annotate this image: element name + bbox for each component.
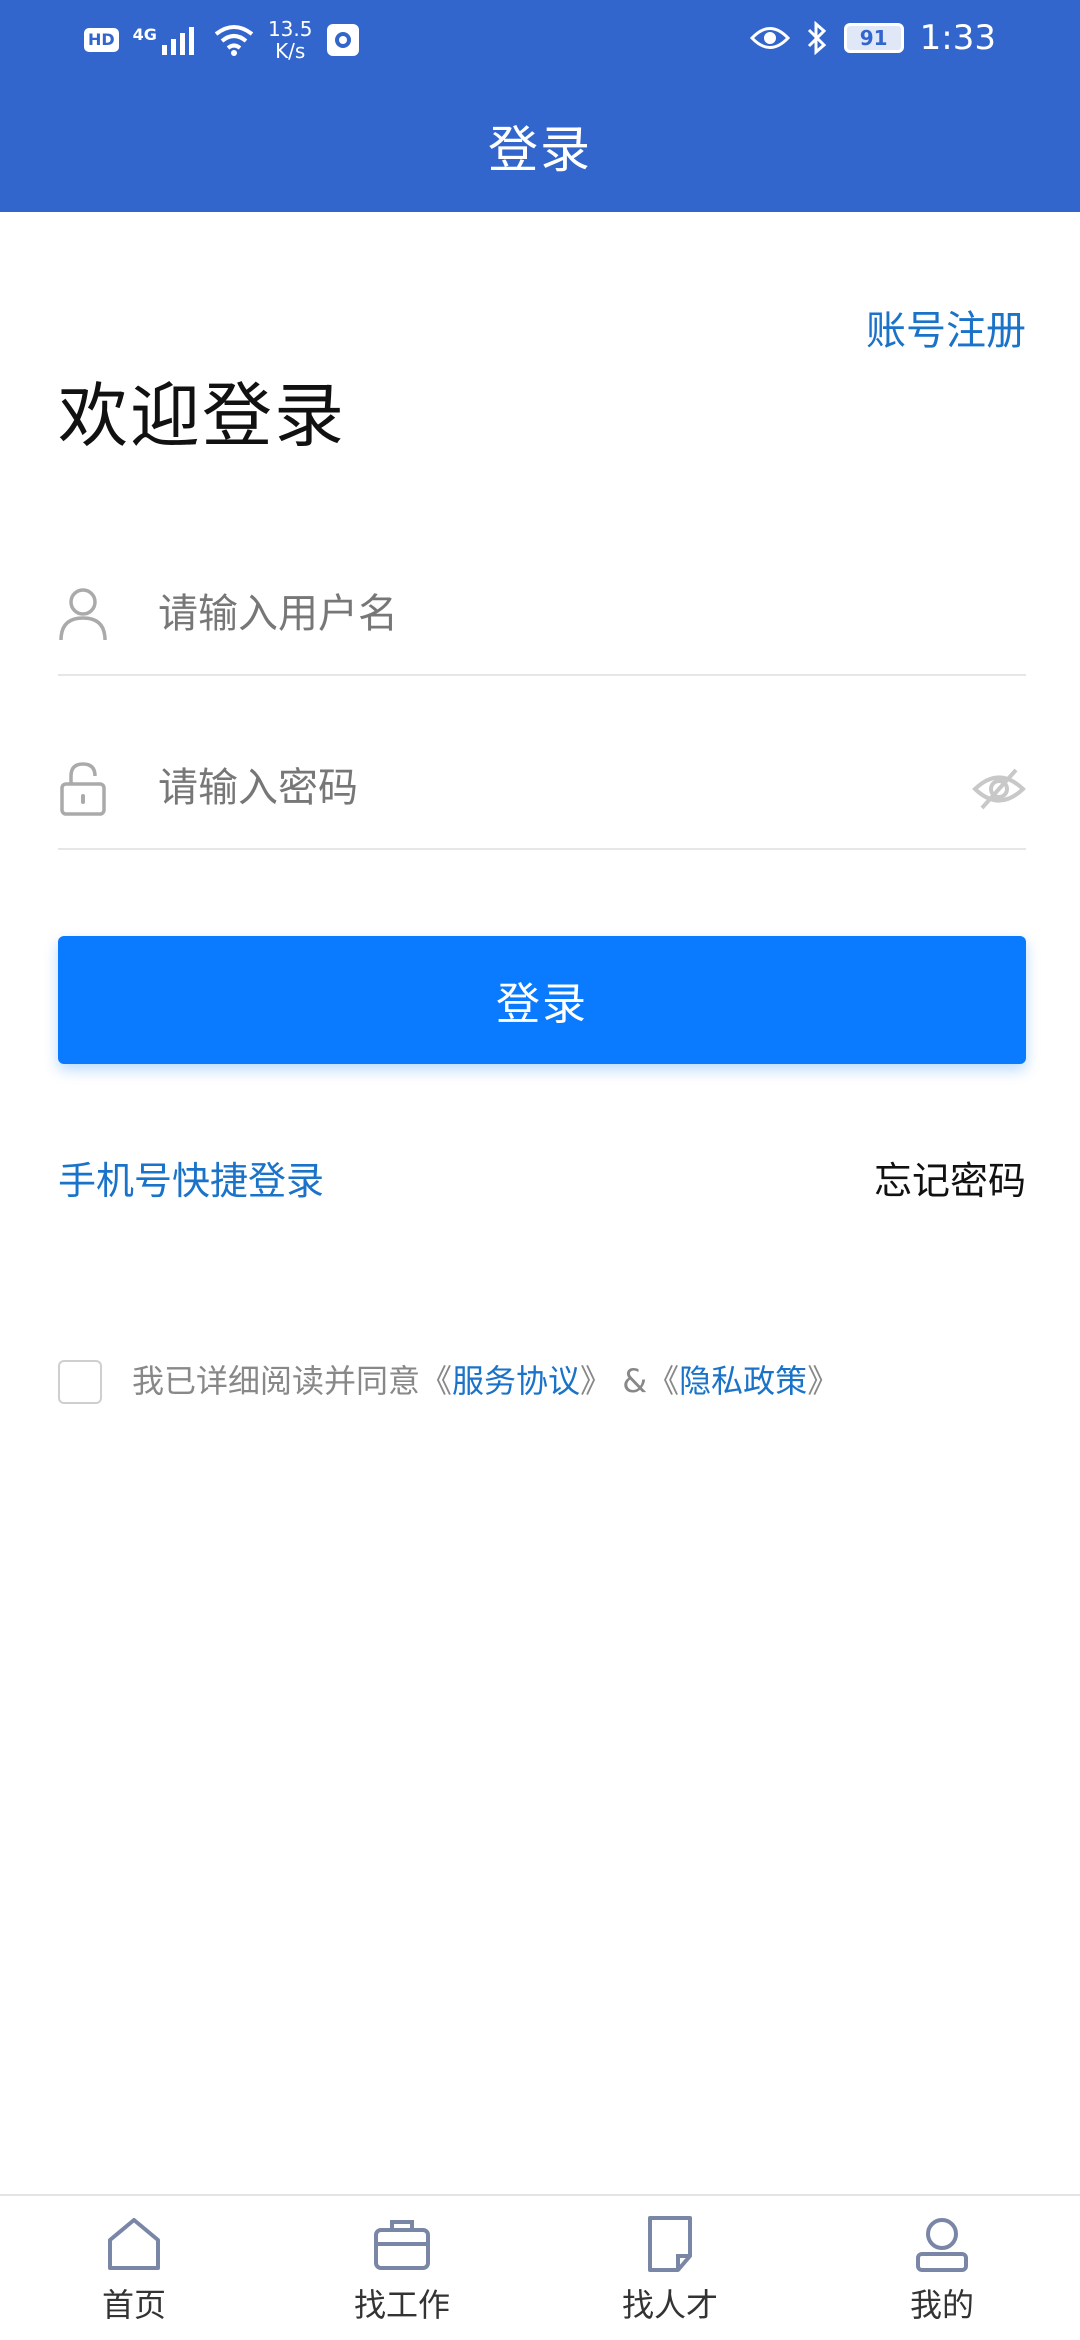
login-button[interactable]: 登录: [58, 936, 1026, 1064]
network-speed-unit: K/s: [275, 39, 306, 63]
document-icon: [648, 2216, 692, 2272]
nav-item-jobs[interactable]: 找工作: [302, 2214, 502, 2326]
eye-comfort-icon: [749, 27, 790, 49]
welcome-heading: 欢迎登录: [58, 375, 346, 457]
forgot-password-link[interactable]: 忘记密码: [874, 1150, 1026, 1205]
battery-level: 91: [859, 26, 888, 50]
nav-item-home[interactable]: 首页: [34, 2214, 234, 2326]
status-bar: HD 4G 13.5 K/s 91 1:33: [0, 0, 1080, 80]
page-title: 登录: [488, 121, 592, 179]
bluetooth-icon: [807, 21, 826, 55]
screen-record-icon: [327, 24, 360, 56]
nav-label-me: 我的: [909, 2286, 974, 2324]
nav-label-jobs: 找工作: [353, 2286, 450, 2324]
lock-icon: [60, 762, 106, 816]
register-link[interactable]: 账号注册: [866, 298, 1026, 356]
nav-label-home: 首页: [101, 2286, 166, 2324]
agreement-middle: 》 &《: [580, 1362, 680, 1400]
privacy-policy-link[interactable]: 隐私政策: [679, 1362, 807, 1400]
bottom-nav: 首页 找工作 找人才 我的: [0, 2194, 1080, 2340]
network-speed: 13.5 K/s: [268, 18, 313, 62]
user-icon: [59, 588, 107, 641]
agreement-text: 我已详细阅读并同意《服务协议》 &《隐私政策》: [132, 1356, 839, 1402]
network-type: 4G: [132, 25, 157, 44]
briefcase-icon: [374, 2220, 430, 2270]
nav-label-talent: 找人才: [621, 2286, 718, 2324]
username-field: [58, 560, 1026, 676]
app-header: HD 4G 13.5 K/s 91 1:33 登录: [0, 0, 1080, 212]
nav-item-talent[interactable]: 找人才: [570, 2214, 770, 2326]
status-time: 1:33: [919, 18, 996, 58]
phone-quick-login-link[interactable]: 手机号快捷登录: [58, 1150, 324, 1205]
home-icon: [108, 2218, 160, 2270]
signal-indicator: 4G: [133, 25, 200, 55]
nav-item-me[interactable]: 我的: [842, 2214, 1042, 2326]
profile-icon: [916, 2218, 968, 2272]
agreement-prefix: 我已详细阅读并同意《: [132, 1362, 453, 1400]
username-input[interactable]: [158, 578, 918, 650]
wifi-icon: [214, 25, 254, 56]
battery-icon: 91: [843, 23, 904, 53]
eye-hidden-icon[interactable]: [972, 766, 1026, 812]
agreement-checkbox[interactable]: [58, 1360, 102, 1404]
service-agreement-link[interactable]: 服务协议: [452, 1362, 580, 1400]
signal-bars-icon: [161, 27, 194, 55]
agreement-row: 我已详细阅读并同意《服务协议》 &《隐私政策》: [58, 1356, 1038, 1406]
password-field: [58, 734, 1026, 850]
password-input[interactable]: [158, 752, 918, 824]
network-speed-value: 13.5: [267, 17, 313, 41]
agreement-suffix: 》: [807, 1362, 840, 1400]
hd-badge: HD: [84, 28, 119, 52]
